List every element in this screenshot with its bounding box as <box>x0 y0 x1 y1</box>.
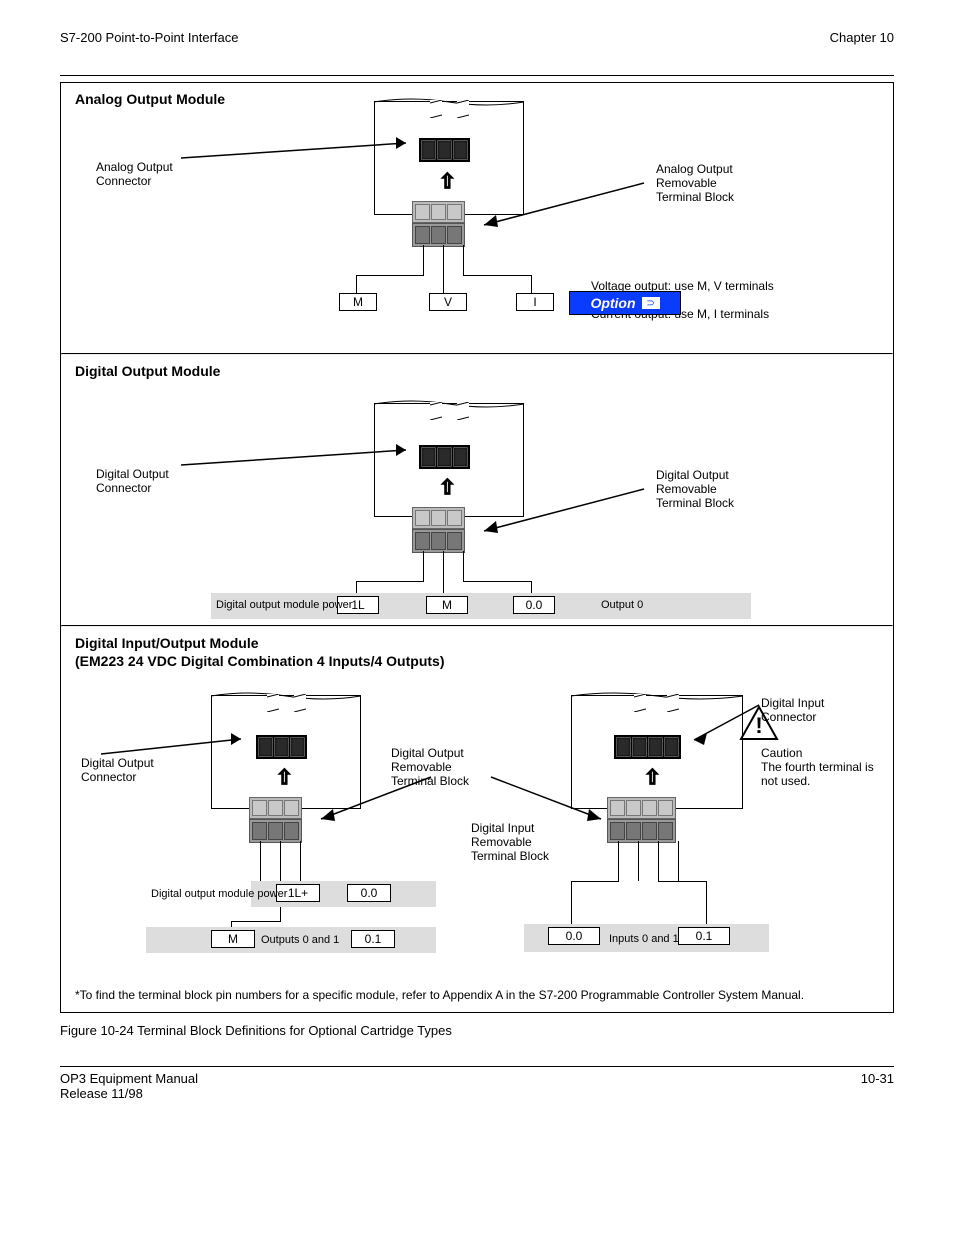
header-rule <box>60 75 894 76</box>
connector-label-2: Digital Output Connector <box>96 468 169 496</box>
footer-rule <box>60 1066 894 1067</box>
header-right: Chapter 10 <box>830 30 894 45</box>
section2-title: Digital Output Module <box>75 363 220 379</box>
section1-title: Analog Output Module <box>75 91 225 107</box>
term-m-1: M <box>339 293 377 311</box>
option-badge: Option ⊃ <box>569 291 681 315</box>
term-00: 0.0 <box>513 596 555 614</box>
band2-note: Outputs 0 and 1 <box>261 934 339 947</box>
svg-text:!: ! <box>755 713 762 738</box>
arrow-plug-3r <box>491 777 611 827</box>
up-arrow-3r: ⇧ <box>644 765 661 790</box>
connector-1 <box>419 138 470 162</box>
page-header: S7-200 Point-to-Point Interface Chapter … <box>60 30 894 45</box>
caution-note: Caution The fourth terminal is not used. <box>761 747 893 788</box>
up-arrow-3l: ⇧ <box>276 765 293 790</box>
option-badge-text: Option <box>590 295 635 311</box>
arrow-connector-3l <box>101 719 251 759</box>
footer-right: 10-31 <box>861 1071 894 1101</box>
term-i-1: I <box>516 293 554 311</box>
term-01l: 0.1 <box>351 930 395 948</box>
out-note-2: Output 0 <box>601 599 643 612</box>
connector-2 <box>419 445 470 469</box>
connector-3l <box>256 735 307 759</box>
term-v-1: V <box>429 293 467 311</box>
section3-title-1: Digital Input/Output Module <box>75 635 259 651</box>
term-m-2: M <box>426 596 468 614</box>
section-analog-output: Analog Output Module ⇧ <box>61 83 893 353</box>
header-left: S7-200 Point-to-Point Interface <box>60 30 239 45</box>
term-ml: M <box>211 930 255 948</box>
term-00l: 0.0 <box>347 884 391 902</box>
option-badge-icon: ⊃ <box>642 297 660 309</box>
plug-2 <box>412 507 465 553</box>
plug-3r <box>607 797 676 843</box>
diagram-box: Analog Output Module ⇧ <box>60 82 894 1013</box>
power-note-2: Digital output module power <box>216 599 352 612</box>
term-01r: 0.1 <box>678 927 730 945</box>
footer-left: OP3 Equipment Manual <box>60 1071 198 1086</box>
connector-3r <box>614 735 681 759</box>
section-digital-io: Digital Input/Output Module (EM223 24 VD… <box>61 627 893 1012</box>
arrow-connector-2 <box>181 430 416 470</box>
band1-note: Digital output module power <box>151 888 287 901</box>
section3-footnote: *To find the terminal block pin numbers … <box>75 988 879 1002</box>
plug-label-3l: Digital Output Removable Terminal Block <box>391 747 469 788</box>
connector-label-3l: Digital Output Connector <box>81 757 154 785</box>
plug-label-2: Digital Output Removable Terminal Block <box>656 469 734 510</box>
caution-icon: ! <box>739 705 779 741</box>
footer-release: Release 11/98 <box>60 1086 198 1101</box>
section-digital-output: Digital Output Module ⇧ Digital Output C… <box>61 355 893 625</box>
up-arrow-2: ⇧ <box>439 475 456 500</box>
section3-title-2: (EM223 24 VDC Digital Combination 4 Inpu… <box>75 653 444 669</box>
right-note: Inputs 0 and 1 <box>609 933 679 946</box>
term-00r: 0.0 <box>548 927 600 945</box>
arrow-connector-1 <box>181 123 416 163</box>
page-footer: OP3 Equipment Manual Release 11/98 10-31 <box>60 1071 894 1101</box>
figure-caption: Figure 10-24 Terminal Block Definitions … <box>60 1023 894 1038</box>
arrow-plug-1 <box>474 183 654 233</box>
arrow-plug-2 <box>474 489 654 539</box>
plug-label-3r: Digital Input Removable Terminal Block <box>471 822 549 863</box>
page: S7-200 Point-to-Point Interface Chapter … <box>0 0 954 1235</box>
connector-label-1: Analog Output Connector <box>96 161 173 189</box>
up-arrow-1: ⇧ <box>439 169 456 194</box>
plug-label-1: Analog Output Removable Terminal Block <box>656 163 734 204</box>
plug-3l <box>249 797 302 843</box>
plug-1 <box>412 201 465 247</box>
